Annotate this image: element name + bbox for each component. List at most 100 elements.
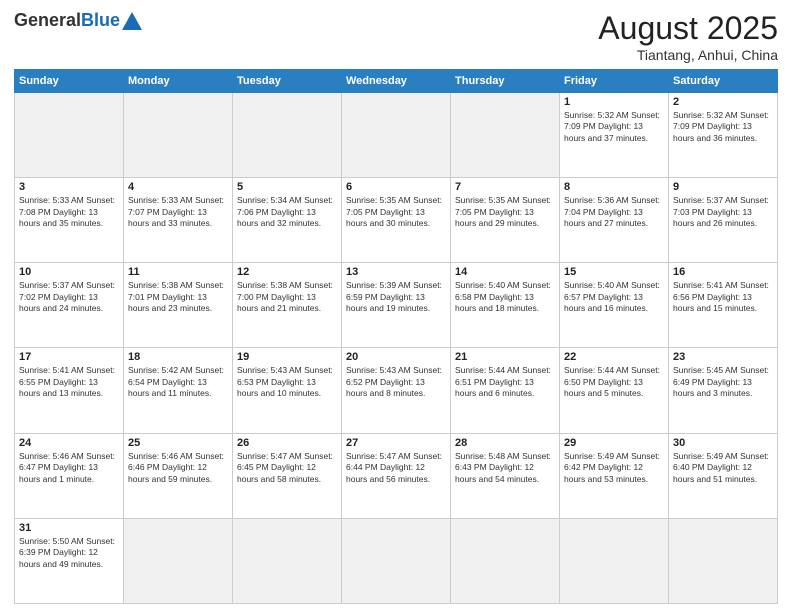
calendar-cell: 8 Sunrise: 5:36 AM Sunset: 7:04 PM Daylig… bbox=[560, 178, 669, 263]
day-number: 9 bbox=[673, 181, 773, 193]
calendar-cell: 29 Sunrise: 5:49 AM Sunset: 6:42 PM Dayli… bbox=[560, 433, 669, 518]
day-number: 1 bbox=[564, 96, 664, 108]
day-info: Sunrise: 5:33 AM Sunset: 7:07 PM Dayligh… bbox=[128, 195, 228, 229]
day-header-sunday: Sunday bbox=[15, 70, 124, 93]
day-info: Sunrise: 5:41 AM Sunset: 6:56 PM Dayligh… bbox=[673, 280, 773, 314]
calendar-cell bbox=[124, 518, 233, 603]
calendar-cell: 24Sunrise: 5:46 AM Sunset: 6:47 PM Dayli… bbox=[15, 433, 124, 518]
calendar-cell: 12Sunrise: 5:38 AM Sunset: 7:00 PM Dayli… bbox=[233, 263, 342, 348]
day-info: Sunrise: 5:50 AM Sunset: 6:39 PM Dayligh… bbox=[19, 536, 119, 570]
calendar-cell: 22 Sunrise: 5:44 AM Sunset: 6:50 PM Dayli… bbox=[560, 348, 669, 433]
day-number: 15 bbox=[564, 266, 664, 278]
calendar-cell bbox=[233, 93, 342, 178]
calendar-cell: 27Sunrise: 5:47 AM Sunset: 6:44 PM Dayli… bbox=[342, 433, 451, 518]
calendar-cell: 17Sunrise: 5:41 AM Sunset: 6:55 PM Dayli… bbox=[15, 348, 124, 433]
calendar-header: SundayMondayTuesdayWednesdayThursdayFrid… bbox=[15, 70, 778, 93]
calendar-cell: 20Sunrise: 5:43 AM Sunset: 6:52 PM Dayli… bbox=[342, 348, 451, 433]
logo-triangle-icon bbox=[122, 12, 142, 30]
page: General Blue August 2025 Tiantang, Anhui… bbox=[0, 0, 792, 612]
calendar-cell bbox=[124, 93, 233, 178]
day-header-tuesday: Tuesday bbox=[233, 70, 342, 93]
calendar-cell: 1Sunrise: 5:32 AM Sunset: 7:09 PM Daylig… bbox=[560, 93, 669, 178]
calendar-cell: 25Sunrise: 5:46 AM Sunset: 6:46 PM Dayli… bbox=[124, 433, 233, 518]
day-number: 16 bbox=[673, 266, 773, 278]
calendar-cell: 21Sunrise: 5:44 AM Sunset: 6:51 PM Dayli… bbox=[451, 348, 560, 433]
calendar-cell: 11 Sunrise: 5:38 AM Sunset: 7:01 PM Dayli… bbox=[124, 263, 233, 348]
calendar-cell bbox=[233, 518, 342, 603]
day-info: Sunrise: 5:43 AM Sunset: 6:53 PM Dayligh… bbox=[237, 365, 337, 399]
day-info: Sunrise: 5:38 AM Sunset: 7:00 PM Dayligh… bbox=[237, 280, 337, 314]
day-info: Sunrise: 5:48 AM Sunset: 6:43 PM Dayligh… bbox=[455, 451, 555, 485]
day-info: Sunrise: 5:38 AM Sunset: 7:01 PM Dayligh… bbox=[128, 280, 228, 314]
day-number: 5 bbox=[237, 181, 337, 193]
day-number: 23 bbox=[673, 351, 773, 363]
day-info: Sunrise: 5:42 AM Sunset: 6:54 PM Dayligh… bbox=[128, 365, 228, 399]
day-header-thursday: Thursday bbox=[451, 70, 560, 93]
day-info: Sunrise: 5:35 AM Sunset: 7:05 PM Dayligh… bbox=[346, 195, 446, 229]
calendar-cell: 14 Sunrise: 5:40 AM Sunset: 6:58 PM Dayli… bbox=[451, 263, 560, 348]
day-number: 21 bbox=[455, 351, 555, 363]
day-number: 13 bbox=[346, 266, 446, 278]
day-number: 24 bbox=[19, 437, 119, 449]
calendar-table: SundayMondayTuesdayWednesdayThursdayFrid… bbox=[14, 69, 778, 604]
calendar-week-5: 31 Sunrise: 5:50 AM Sunset: 6:39 PM Dayli… bbox=[15, 518, 778, 603]
calendar-week-2: 10Sunrise: 5:37 AM Sunset: 7:02 PM Dayli… bbox=[15, 263, 778, 348]
day-info: Sunrise: 5:43 AM Sunset: 6:52 PM Dayligh… bbox=[346, 365, 446, 399]
day-number: 29 bbox=[564, 437, 664, 449]
day-info: Sunrise: 5:40 AM Sunset: 6:58 PM Dayligh… bbox=[455, 280, 555, 314]
calendar-cell: 18 Sunrise: 5:42 AM Sunset: 6:54 PM Dayli… bbox=[124, 348, 233, 433]
day-header-friday: Friday bbox=[560, 70, 669, 93]
calendar-cell: 6 Sunrise: 5:35 AM Sunset: 7:05 PM Daylig… bbox=[342, 178, 451, 263]
day-info: Sunrise: 5:44 AM Sunset: 6:50 PM Dayligh… bbox=[564, 365, 664, 399]
calendar-cell: 13Sunrise: 5:39 AM Sunset: 6:59 PM Dayli… bbox=[342, 263, 451, 348]
day-header-monday: Monday bbox=[124, 70, 233, 93]
day-number: 14 bbox=[455, 266, 555, 278]
day-number: 8 bbox=[564, 181, 664, 193]
calendar-cell bbox=[342, 93, 451, 178]
day-info: Sunrise: 5:49 AM Sunset: 6:40 PM Dayligh… bbox=[673, 451, 773, 485]
day-number: 18 bbox=[128, 351, 228, 363]
calendar-cell: 5 Sunrise: 5:34 AM Sunset: 7:06 PM Daylig… bbox=[233, 178, 342, 263]
day-header-wednesday: Wednesday bbox=[342, 70, 451, 93]
day-info: Sunrise: 5:33 AM Sunset: 7:08 PM Dayligh… bbox=[19, 195, 119, 229]
calendar-cell: 2Sunrise: 5:32 AM Sunset: 7:09 PM Daylig… bbox=[669, 93, 778, 178]
calendar-cell: 19 Sunrise: 5:43 AM Sunset: 6:53 PM Dayli… bbox=[233, 348, 342, 433]
calendar-cell: 4 Sunrise: 5:33 AM Sunset: 7:07 PM Daylig… bbox=[124, 178, 233, 263]
subtitle: Tiantang, Anhui, China bbox=[598, 47, 778, 63]
day-number: 30 bbox=[673, 437, 773, 449]
day-info: Sunrise: 5:36 AM Sunset: 7:04 PM Dayligh… bbox=[564, 195, 664, 229]
day-info: Sunrise: 5:37 AM Sunset: 7:02 PM Dayligh… bbox=[19, 280, 119, 314]
calendar-body: 1 Sunrise: 5:32 AM Sunset: 7:09 PM Daylig… bbox=[15, 93, 778, 604]
calendar-cell bbox=[669, 518, 778, 603]
calendar-week-1: 3Sunrise: 5:33 AM Sunset: 7:08 PM Daylig… bbox=[15, 178, 778, 263]
logo-general-text: General bbox=[14, 10, 81, 31]
day-number: 28 bbox=[455, 437, 555, 449]
calendar-cell bbox=[451, 518, 560, 603]
calendar-cell bbox=[15, 93, 124, 178]
day-info: Sunrise: 5:34 AM Sunset: 7:06 PM Dayligh… bbox=[237, 195, 337, 229]
day-info: Sunrise: 5:32 AM Sunset: 7:09 PM Dayligh… bbox=[673, 110, 773, 144]
calendar-cell: 7Sunrise: 5:35 AM Sunset: 7:05 PM Daylig… bbox=[451, 178, 560, 263]
day-number: 11 bbox=[128, 266, 228, 278]
calendar-cell: 16 Sunrise: 5:41 AM Sunset: 6:56 PM Dayli… bbox=[669, 263, 778, 348]
day-number: 31 bbox=[19, 522, 119, 534]
header-row: SundayMondayTuesdayWednesdayThursdayFrid… bbox=[15, 70, 778, 93]
title-block: August 2025 Tiantang, Anhui, China bbox=[598, 10, 778, 63]
calendar-cell: 9Sunrise: 5:37 AM Sunset: 7:03 PM Daylig… bbox=[669, 178, 778, 263]
day-info: Sunrise: 5:47 AM Sunset: 6:44 PM Dayligh… bbox=[346, 451, 446, 485]
day-info: Sunrise: 5:49 AM Sunset: 6:42 PM Dayligh… bbox=[564, 451, 664, 485]
calendar-cell: 10Sunrise: 5:37 AM Sunset: 7:02 PM Dayli… bbox=[15, 263, 124, 348]
day-number: 19 bbox=[237, 351, 337, 363]
day-number: 17 bbox=[19, 351, 119, 363]
day-info: Sunrise: 5:40 AM Sunset: 6:57 PM Dayligh… bbox=[564, 280, 664, 314]
day-info: Sunrise: 5:35 AM Sunset: 7:05 PM Dayligh… bbox=[455, 195, 555, 229]
calendar-week-4: 24Sunrise: 5:46 AM Sunset: 6:47 PM Dayli… bbox=[15, 433, 778, 518]
day-number: 6 bbox=[346, 181, 446, 193]
day-number: 4 bbox=[128, 181, 228, 193]
calendar-cell bbox=[560, 518, 669, 603]
day-number: 22 bbox=[564, 351, 664, 363]
month-title: August 2025 bbox=[598, 10, 778, 47]
logo: General Blue bbox=[14, 10, 142, 31]
calendar-cell: 31 Sunrise: 5:50 AM Sunset: 6:39 PM Dayli… bbox=[15, 518, 124, 603]
day-number: 25 bbox=[128, 437, 228, 449]
